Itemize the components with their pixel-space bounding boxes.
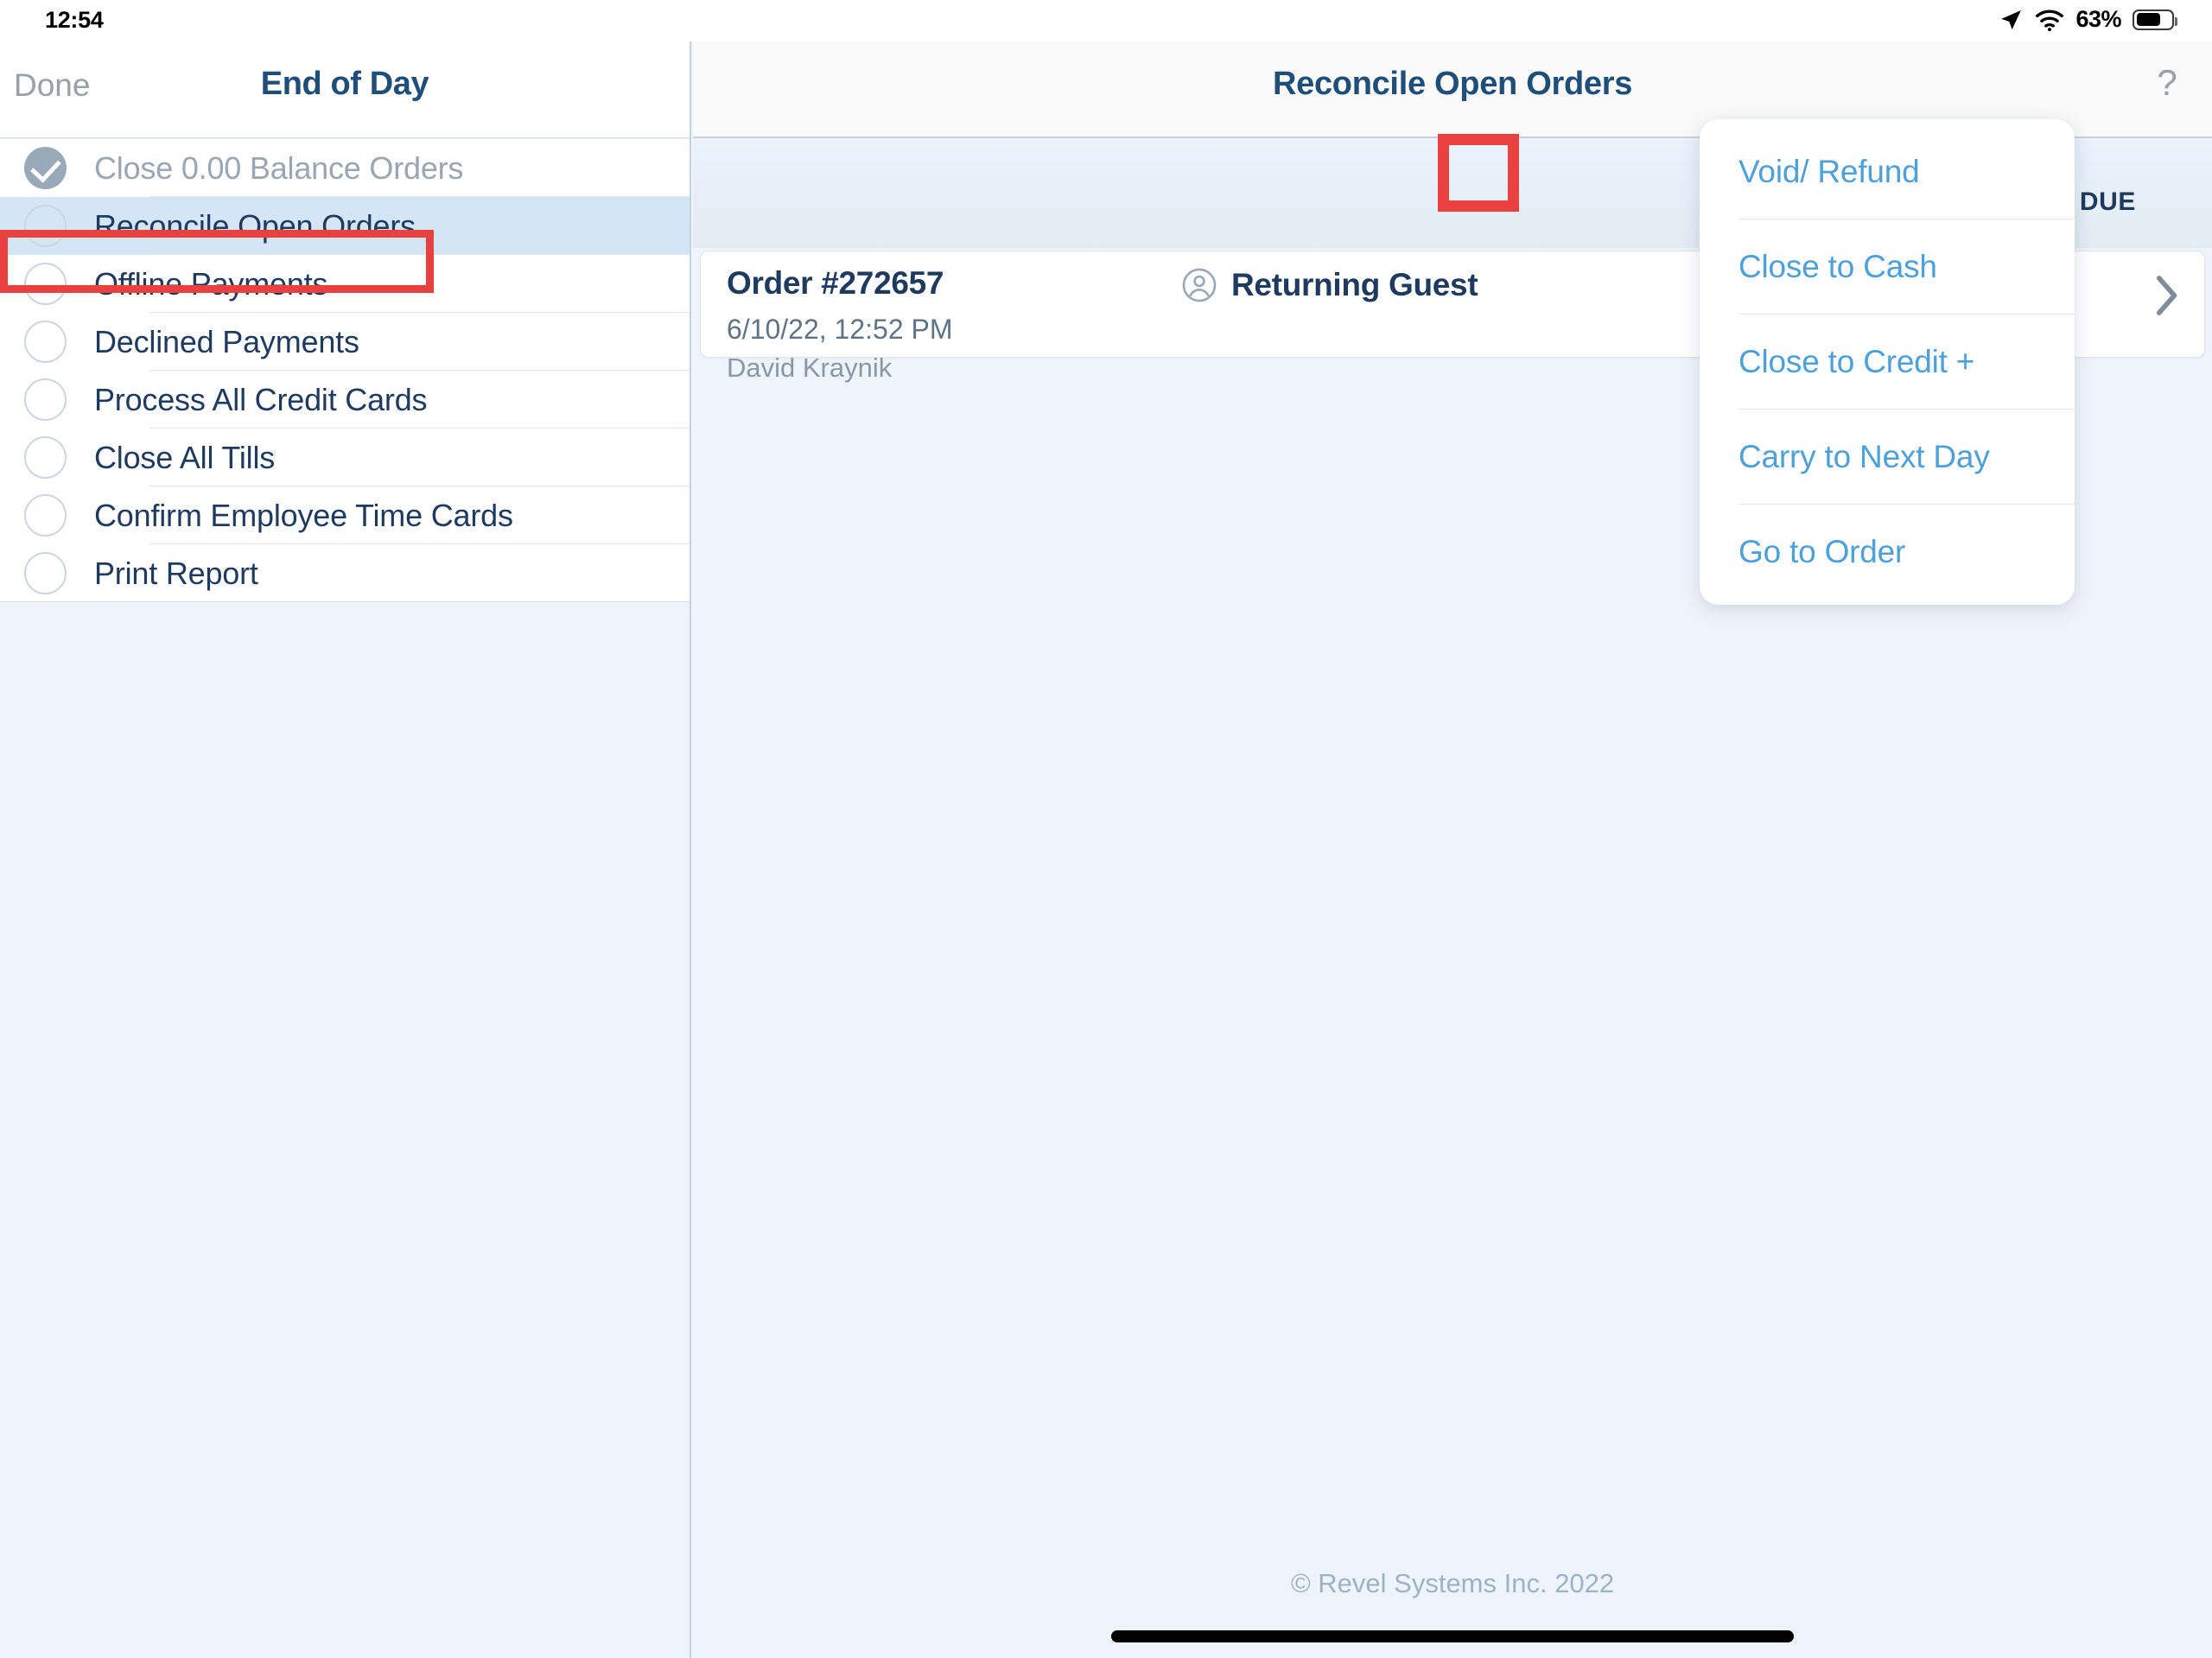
radio-icon — [24, 263, 67, 305]
sidebar: Done End of Day Close 0.00 Balance Order… — [0, 0, 691, 1658]
person-circle-icon — [1182, 268, 1217, 302]
radio-icon — [24, 321, 67, 363]
status-bar: 12:54 63% — [0, 0, 2212, 41]
order-employee-name: David Kraynik — [727, 353, 893, 383]
status-time: 12:54 — [45, 7, 104, 33]
end-of-day-task-list: Close 0.00 Balance Orders Reconcile Open… — [0, 139, 690, 602]
sidebar-item-label: Confirm Employee Time Cards — [94, 497, 513, 533]
battery-fill — [2136, 13, 2161, 26]
battery-percent-label: 63% — [2075, 6, 2121, 32]
order-datetime: 6/10/22, 12:52 PM — [727, 314, 953, 345]
menu-item-carry-to-next-day[interactable]: Carry to Next Day — [1700, 410, 2075, 505]
sidebar-item-close-all-tills[interactable]: Close All Tills — [0, 429, 690, 486]
sidebar-item-label: Declined Payments — [94, 323, 359, 359]
battery-icon — [2133, 9, 2177, 30]
order-actions-popup-menu: Void/ Refund Close to Cash Close to Cred… — [1700, 119, 2075, 605]
help-icon[interactable]: ? — [2143, 59, 2191, 107]
sidebar-item-label: Process All Credit Cards — [94, 381, 428, 417]
sidebar-item-close-balance-orders[interactable]: Close 0.00 Balance Orders — [0, 139, 690, 197]
app-screen: Done End of Day Close 0.00 Balance Order… — [0, 0, 2212, 1658]
radio-icon — [24, 205, 67, 247]
menu-item-label: Void/ Refund — [1738, 154, 1920, 189]
menu-item-label: Close to Cash — [1738, 249, 1937, 284]
sidebar-item-confirm-employee-time-cards[interactable]: Confirm Employee Time Cards — [0, 486, 690, 544]
menu-item-go-to-order[interactable]: Go to Order — [1700, 505, 2075, 600]
footer-copyright: © Revel Systems Inc. 2022 — [1290, 1568, 1615, 1598]
sidebar-item-label: Close 0.00 Balance Orders — [94, 149, 464, 186]
sidebar-item-process-all-credit-cards[interactable]: Process All Credit Cards — [0, 371, 690, 429]
menu-item-close-to-cash[interactable]: Close to Cash — [1700, 219, 2075, 314]
radio-icon — [24, 436, 67, 479]
location-arrow-icon — [2001, 10, 2022, 29]
sidebar-item-reconcile-open-orders[interactable]: Reconcile Open Orders — [0, 197, 690, 255]
status-indicators: 63% — [1998, 6, 2177, 33]
home-indicator[interactable] — [1111, 1630, 1794, 1642]
page-title: Reconcile Open Orders — [1272, 66, 1633, 102]
sidebar-item-offline-payments[interactable]: Offline Payments — [0, 255, 690, 313]
wifi-icon — [2036, 10, 2064, 31]
sidebar-title: End of Day — [260, 66, 429, 102]
chevron-right-icon[interactable] — [2156, 276, 2178, 315]
menu-item-label: Close to Credit + — [1738, 344, 1975, 379]
menu-item-close-to-credit[interactable]: Close to Credit + — [1700, 314, 2075, 410]
radio-icon — [24, 552, 67, 594]
sidebar-item-label: Offline Payments — [94, 265, 328, 302]
checkmark-icon — [24, 147, 67, 189]
menu-item-void-refund[interactable]: Void/ Refund — [1700, 124, 2075, 219]
sidebar-item-label: Print Report — [94, 555, 258, 591]
guest-label: Returning Guest — [1231, 267, 1478, 302]
divider — [0, 601, 690, 602]
order-number: Order #272657 — [727, 265, 944, 301]
guest-info: Returning Guest — [1181, 267, 1478, 303]
sidebar-item-declined-payments[interactable]: Declined Payments — [0, 313, 690, 371]
sidebar-item-label: Reconcile Open Orders — [94, 207, 416, 244]
menu-item-label: Carry to Next Day — [1738, 439, 1990, 474]
sidebar-item-print-report[interactable]: Print Report — [0, 544, 690, 602]
sidebar-item-label: Close All Tills — [94, 439, 276, 475]
radio-icon — [24, 494, 67, 537]
radio-icon — [24, 378, 67, 421]
menu-item-label: Go to Order — [1738, 534, 1906, 569]
